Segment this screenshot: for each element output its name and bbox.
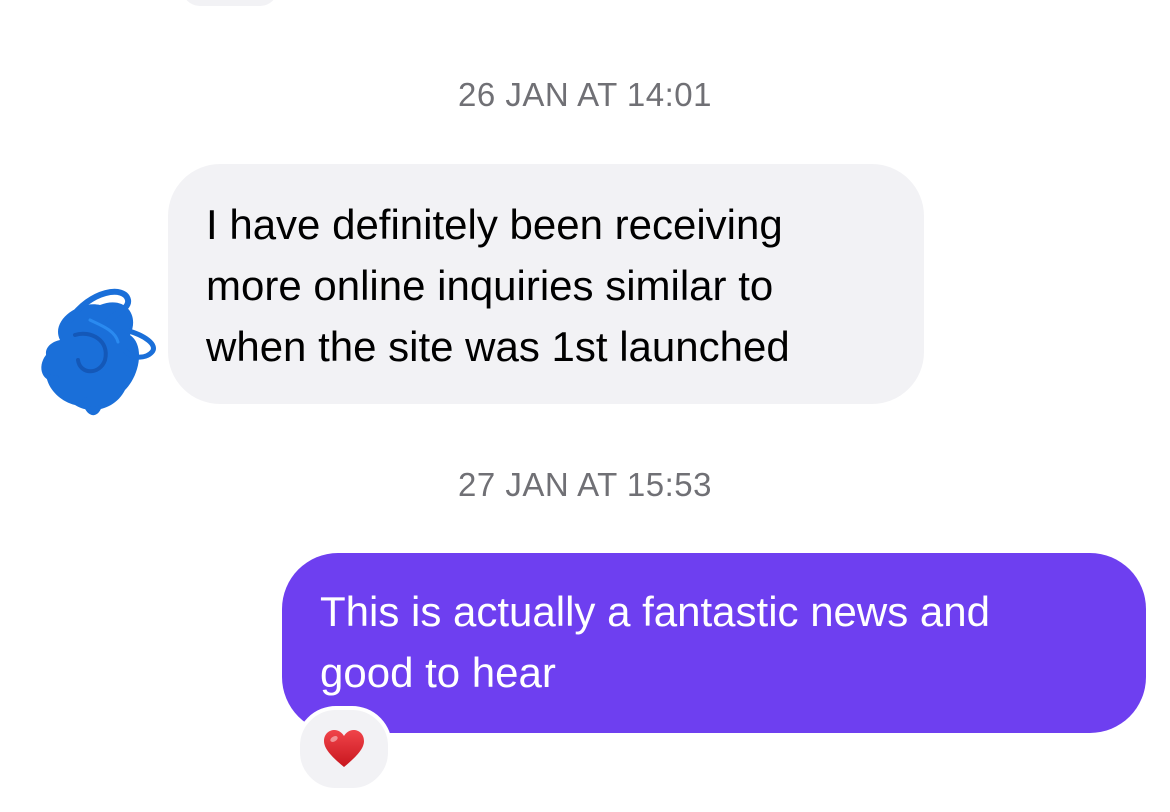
- previous-message-bubble-fragment[interactable]: [182, 0, 278, 6]
- avatar[interactable]: [30, 280, 162, 420]
- message-thread: 26 JAN AT 14:01 I have definitely been r…: [0, 0, 1170, 812]
- heart-icon: [324, 730, 364, 767]
- reaction-badge[interactable]: [296, 706, 392, 792]
- outgoing-message-bubble[interactable]: This is actually a fantastic news and go…: [282, 553, 1146, 733]
- timestamp: 27 JAN AT 15:53: [458, 466, 712, 503]
- message-text: This is actually a fantastic news and go…: [320, 588, 990, 696]
- timestamp: 26 JAN AT 14:01: [458, 76, 712, 113]
- incoming-message-bubble[interactable]: I have definitely been receiving more on…: [168, 164, 924, 404]
- scribbled-avatar-icon: [41, 288, 156, 416]
- message-text: I have definitely been receiving more on…: [206, 201, 790, 370]
